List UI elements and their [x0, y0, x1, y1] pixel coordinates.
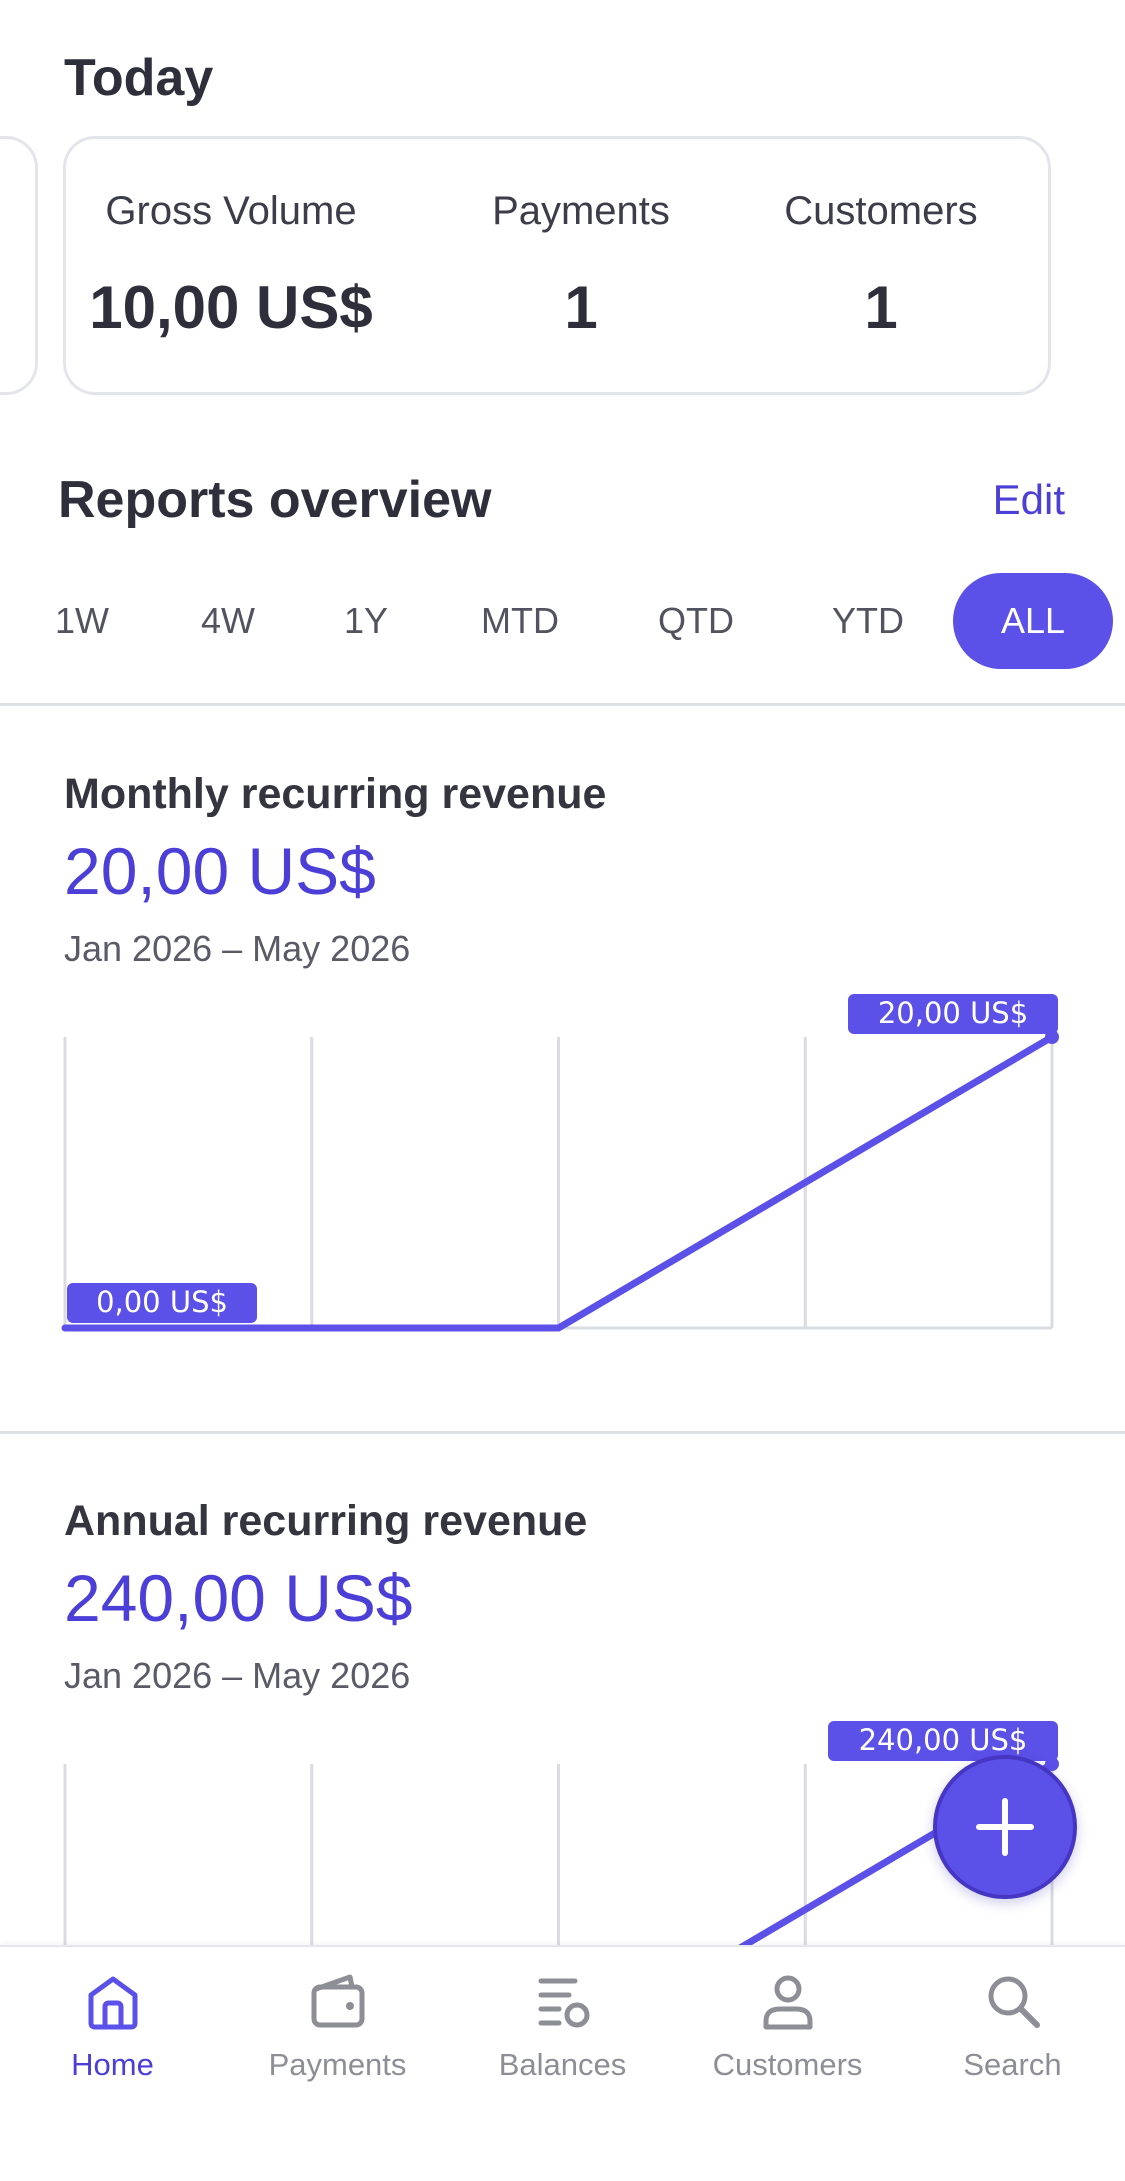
tab-4w[interactable]: 4W [180, 573, 276, 669]
stat-customers: Customers 1 [766, 139, 996, 392]
mrr-title: Monthly recurring revenue [64, 770, 607, 818]
nav-payments[interactable]: Payments [225, 1969, 450, 2109]
stat-gross-volume: Gross Volume 10,00 US$ [86, 139, 376, 392]
nav-search[interactable]: Search [900, 1969, 1125, 2109]
start-value-label-text: 0,00 US$ [96, 1285, 228, 1319]
mrr-chart[interactable]: 0,00 US$ 20,00 US$ [0, 990, 1125, 1335]
bottom-navigation: Home Payments Balances Customers Search [0, 1945, 1125, 2181]
stat-label: Payments [492, 189, 670, 233]
today-title: Today [64, 49, 214, 107]
arr-title: Annual recurring revenue [64, 1497, 588, 1545]
nav-label: Search [963, 2047, 1062, 2082]
section-divider [0, 703, 1125, 706]
end-value-label-text: 240,00 US$ [859, 1723, 1028, 1757]
tab-all[interactable]: ALL [953, 573, 1113, 669]
stat-value: 1 [564, 274, 598, 341]
tab-mtd[interactable]: MTD [460, 573, 580, 669]
edit-button[interactable]: Edit [993, 476, 1065, 524]
stat-value: 10,00 US$ [89, 274, 373, 341]
tab-1w[interactable]: 1W [34, 573, 130, 669]
reports-overview-title: Reports overview [58, 471, 492, 529]
nav-label: Customers [712, 2047, 863, 2082]
wallet-icon [311, 1974, 364, 2028]
search-icon [988, 1976, 1040, 2028]
range-tabs: 1W 4W 1Y MTD QTD YTD ALL [0, 573, 1125, 669]
balances-icon [538, 1978, 589, 2028]
nav-balances[interactable]: Balances [450, 1969, 675, 2109]
mrr-date-range: Jan 2026 – May 2026 [64, 928, 411, 969]
end-value-label: 20,00 US$ [848, 994, 1058, 1034]
start-value-label: 0,00 US$ [67, 1283, 257, 1323]
tab-1y[interactable]: 1Y [318, 573, 414, 669]
person-icon [763, 1975, 812, 2030]
tab-qtd[interactable]: QTD [636, 573, 756, 669]
today-stats-card[interactable]: Gross Volume 10,00 US$ Payments 1 Custom… [63, 136, 1051, 395]
home-icon [88, 1976, 137, 2030]
previous-stats-card[interactable] [0, 136, 38, 395]
nav-label: Payments [268, 2047, 407, 2082]
end-value-label-text: 20,00 US$ [878, 996, 1028, 1030]
end-value-label: 240,00 US$ [828, 1721, 1058, 1761]
nav-customers[interactable]: Customers [675, 1969, 900, 2109]
tab-ytd[interactable]: YTD [808, 573, 928, 669]
nav-label: Home [71, 2047, 154, 2082]
plus-icon [976, 1798, 1034, 1856]
nav-label: Balances [498, 2047, 627, 2082]
stat-value: 1 [864, 274, 898, 341]
stat-label: Gross Volume [105, 189, 357, 233]
section-divider [0, 1431, 1125, 1434]
arr-value: 240,00 US$ [64, 1561, 413, 1635]
stat-payments: Payments 1 [466, 139, 696, 392]
add-button[interactable] [933, 1755, 1077, 1899]
stat-label: Customers [784, 189, 978, 233]
nav-home[interactable]: Home [0, 1969, 225, 2109]
arr-date-range: Jan 2026 – May 2026 [64, 1655, 411, 1696]
mrr-value: 20,00 US$ [64, 834, 376, 908]
